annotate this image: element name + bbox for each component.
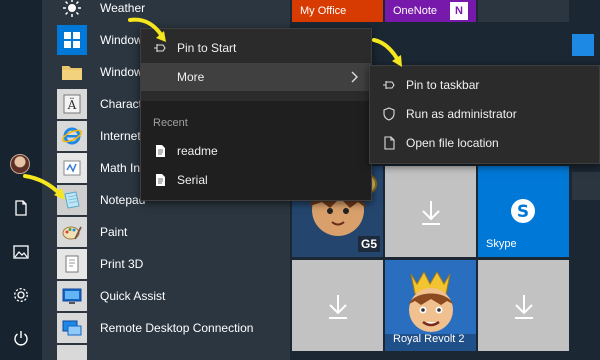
app-label: Remote Desktop Connection [100,321,254,335]
weather-icon [57,0,87,23]
tile-royal-revolt[interactable]: Royal Revolt 2 [385,260,476,351]
menu-item-open-file-location[interactable]: Open file location [370,129,599,157]
internet-explorer-icon [57,121,87,151]
tile-download-2[interactable] [292,260,383,351]
tile-label: OneNote [393,5,438,17]
tile-blank-top[interactable] [478,0,569,22]
menu-item-label: More [177,70,205,84]
tile-label: Royal Revolt 2 [393,333,465,345]
tile-onenote[interactable]: OneNote N [385,0,476,22]
document-icon [153,173,167,187]
math-input-icon [57,153,87,183]
app-label: Internet [100,129,141,143]
onenote-icon: N [450,2,468,20]
recent-item-serial[interactable]: Serial [141,166,371,194]
pin-icon [153,41,167,55]
list-item-print-3d[interactable]: Print 3D [57,249,287,279]
shield-icon [382,107,396,121]
context-menu: Pin to Start More Recent readme Serial [140,28,372,201]
tile-my-office[interactable]: My Office [292,0,383,22]
tile-small-dark[interactable] [572,172,600,200]
tile-download-1[interactable] [385,166,476,257]
pin-icon [382,78,396,92]
chevron-right-icon [351,71,358,83]
power-icon[interactable] [12,329,30,347]
file-icon [382,136,396,150]
menu-item-label: Run as administrator [406,107,517,121]
svg-text:Ä: Ä [67,96,77,112]
settings-gear-icon[interactable] [12,286,30,304]
list-item-weather[interactable]: Weather [57,0,287,23]
folder-icon [57,57,87,87]
list-item-paint[interactable]: Paint [57,217,287,247]
app-label: Print 3D [100,257,144,271]
user-avatar[interactable] [10,154,30,174]
app-label: Paint [100,225,128,239]
menu-item-label: Open file location [406,136,499,150]
windows-logo-icon [57,25,87,55]
recent-item-label: readme [177,144,218,158]
tile-label: My Office [300,5,347,17]
app-label: Weather [100,1,146,15]
recent-section-title: Recent [153,117,188,129]
svg-text:S: S [517,202,529,222]
quick-assist-icon [57,281,87,311]
menu-item-more[interactable]: More [141,63,371,91]
tile-skype[interactable]: S Skype [478,166,569,257]
recent-item-readme[interactable]: readme [141,137,371,165]
remote-desktop-icon [57,313,87,343]
app-icon [57,345,87,360]
recent-item-label: Serial [177,173,208,187]
more-submenu: Pin to taskbar Run as administrator Open… [369,65,600,164]
menu-item-pin-to-start[interactable]: Pin to Start [141,34,371,62]
menu-item-label: Pin to Start [177,41,237,55]
app-label: Notepad [100,193,146,207]
menu-item-run-as-admin[interactable]: Run as administrator [370,100,599,128]
menu-item-pin-to-taskbar[interactable]: Pin to taskbar [370,71,599,99]
notepad-icon [57,185,87,215]
list-item-partial[interactable] [57,345,287,360]
game-badge: G5 [360,237,377,251]
list-item-quick-assist[interactable]: Quick Assist [57,281,287,311]
documents-icon[interactable] [12,199,30,217]
app-label: Quick Assist [100,289,166,303]
download-arrow-icon [328,294,347,319]
print-3d-icon [57,249,87,279]
tile-download-3[interactable] [478,260,569,351]
document-icon [153,144,167,158]
skype-icon: S [511,199,535,223]
download-arrow-icon [514,294,533,319]
pictures-icon[interactable] [12,243,30,261]
paint-icon [57,217,87,247]
tile-small-app[interactable] [572,34,594,56]
start-left-rail [0,0,42,360]
character-map-icon: Ä [57,89,87,119]
list-item-remote-desktop[interactable]: Remote Desktop Connection [57,313,287,343]
download-arrow-icon [421,200,440,225]
menu-item-label: Pin to taskbar [406,78,480,92]
tile-label: Skype [486,238,517,250]
